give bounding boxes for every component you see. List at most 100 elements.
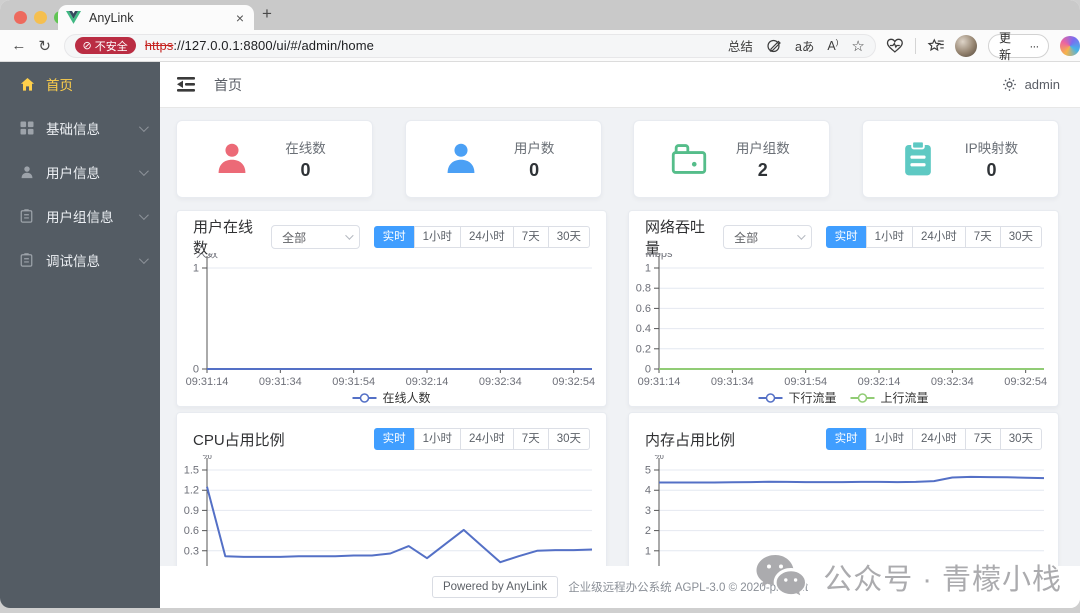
chevron-down-icon [138,121,149,132]
profile-avatar[interactable] [955,34,977,57]
more-icon[interactable]: ··· [1029,39,1039,53]
user-info-icon [20,164,36,180]
summarize-label[interactable]: 总结 [728,36,753,55]
stat-card: 在线数 0 [176,120,373,198]
svg-text:0: 0 [645,364,651,376]
panel-header: 网络吞吐量 全部 实时 1小时 24小时 7天 30天 [629,211,1058,257]
range-button[interactable]: 7天 [512,428,549,450]
user-icon [211,138,253,180]
svg-text:4: 4 [645,485,651,497]
panel-title: 内存占用比例 [645,431,736,449]
range-button[interactable]: 实时 [825,428,867,450]
range-button[interactable]: 7天 [964,226,1001,248]
svg-text:在线人数: 在线人数 [383,390,431,405]
range-button[interactable]: 24小时 [460,428,514,450]
svg-text:0.3: 0.3 [184,545,199,557]
sidebar-item-base-info[interactable]: 基础信息 [0,106,160,150]
sidebar-item-debug-info[interactable]: 调试信息 [0,238,160,282]
svg-text:09:31:34: 09:31:34 [711,376,754,388]
chevron-down-icon [138,165,149,176]
svg-text:09:31:34: 09:31:34 [259,376,302,388]
stat-value: 0 [300,160,311,180]
svg-text:1.5: 1.5 [184,465,199,477]
range-button[interactable]: 24小时 [912,226,966,248]
gear-icon[interactable] [1002,77,1017,92]
stat-label: IP映射数 [964,141,1019,156]
range-button[interactable]: 30天 [999,428,1042,450]
stat-value: 0 [986,160,997,180]
summarize-pen-icon[interactable] [766,38,782,54]
svg-text:0: 0 [193,364,199,376]
sidebar-item-label: 用户组信息 [46,210,114,225]
debug-info-icon [20,252,36,268]
svg-text:09:32:14: 09:32:14 [406,376,449,388]
range-button[interactable]: 30天 [547,226,590,248]
range-button[interactable]: 30天 [547,428,590,450]
range-button[interactable]: 实时 [373,226,415,248]
new-tab-button[interactable]: + [262,4,272,24]
sidebar-item-home[interactable]: 首页 [0,62,160,106]
range-button[interactable]: 实时 [825,226,867,248]
favorite-star-icon[interactable]: ☆ [851,37,864,55]
chevron-down-icon [138,253,149,264]
range-button[interactable]: 24小时 [460,226,514,248]
anylink-app: 首页 基础信息 用户信息 用户组信息 调试信息 首页 admin 在线数 0 用… [0,62,1080,608]
sidebar: 首页基础信息 用户信息用户组信息调试信息 [0,62,160,608]
not-secure-badge[interactable]: ⊘ 不安全 [74,37,136,54]
browser-essentials-icon[interactable] [886,38,904,54]
svg-text:0.6: 0.6 [636,303,651,315]
watermark: 公众号 · 青檬小栈 [755,554,1062,600]
tab-close-icon[interactable]: × [234,10,246,26]
svg-text:0.4: 0.4 [636,323,651,335]
range-button[interactable]: 1小时 [413,226,461,248]
user-menu[interactable]: admin [1025,77,1060,92]
sidebar-item-group-info[interactable]: 用户组信息 [0,194,160,238]
range-button[interactable]: 30天 [999,226,1042,248]
update-browser-button[interactable]: 更新 ··· [987,31,1050,62]
group-select[interactable]: 全部 [271,225,360,249]
range-button[interactable]: 7天 [964,428,1001,450]
range-button[interactable]: 7天 [512,226,549,248]
folder-icon [668,138,710,180]
minimize-window-button[interactable] [34,11,47,24]
panel-header: 用户在线数 全部 实时 1小时 24小时 7天 30天 [177,211,606,257]
range-button-group: 实时 1小时 24小时 7天 30天 [825,226,1042,248]
sidebar-item-label: 首页 [46,78,73,93]
range-button[interactable]: 24小时 [912,428,966,450]
stat-card: 用户数 0 [404,120,602,198]
translate-icon[interactable]: aあ [795,36,814,55]
breadcrumb: 首页 [214,76,242,93]
panel-header: 内存占用比例 实时 1小时 24小时 7天 30天 [629,413,1058,455]
range-button[interactable]: 1小时 [865,428,913,450]
range-button[interactable]: 1小时 [865,226,913,248]
svg-text:1: 1 [645,263,651,275]
reload-icon[interactable]: ↻ [32,37,58,55]
main-area: 首页 admin 在线数 0 用户数 0 用户组数 2 IP映射数 0 用户在线数 全部 实时 1小… [160,62,1080,608]
svg-text:09:31:14: 09:31:14 [638,376,681,388]
back-icon[interactable]: ← [6,37,32,54]
read-aloud-icon[interactable]: A) [827,38,838,53]
copilot-icon[interactable] [1060,35,1080,56]
address-bar[interactable]: ⊘ 不安全 https://127.0.0.1:8800/ui/#/admin/… [63,33,876,58]
sidebar-item-label: 调试信息 [46,254,100,269]
powered-by-link[interactable]: Powered by AnyLink [431,576,559,598]
collapse-sidebar-icon[interactable] [176,76,196,93]
sidebar-item-user-info[interactable]: 用户信息 [0,150,160,194]
range-button[interactable]: 实时 [373,428,415,450]
stat-meta: 用户组数 2 [710,137,829,181]
select-value: 全部 [282,230,307,245]
svg-text:下行流量: 下行流量 [789,391,837,405]
tab-bar: AnyLink × + [0,0,1080,30]
watermark-text: 公众号 · 青檬小栈 [823,564,1062,596]
range-button[interactable]: 1小时 [413,428,461,450]
favorites-bar-icon[interactable] [927,38,945,53]
group-select[interactable]: 全部 [723,225,812,249]
svg-text:3: 3 [645,505,651,517]
url-text: https://127.0.0.1:8800/ui/#/admin/home [144,38,375,53]
close-window-button[interactable] [14,11,27,24]
browser-tab[interactable]: AnyLink × [58,5,254,30]
svg-text:1.2: 1.2 [184,485,199,497]
svg-text:5: 5 [645,465,651,477]
chart-panel-2: 网络吞吐量 全部 实时 1小时 24小时 7天 30天 Mbps 0 0.2 0.4 0.6 0.8 1 0… [628,210,1059,407]
home-icon [20,76,36,92]
